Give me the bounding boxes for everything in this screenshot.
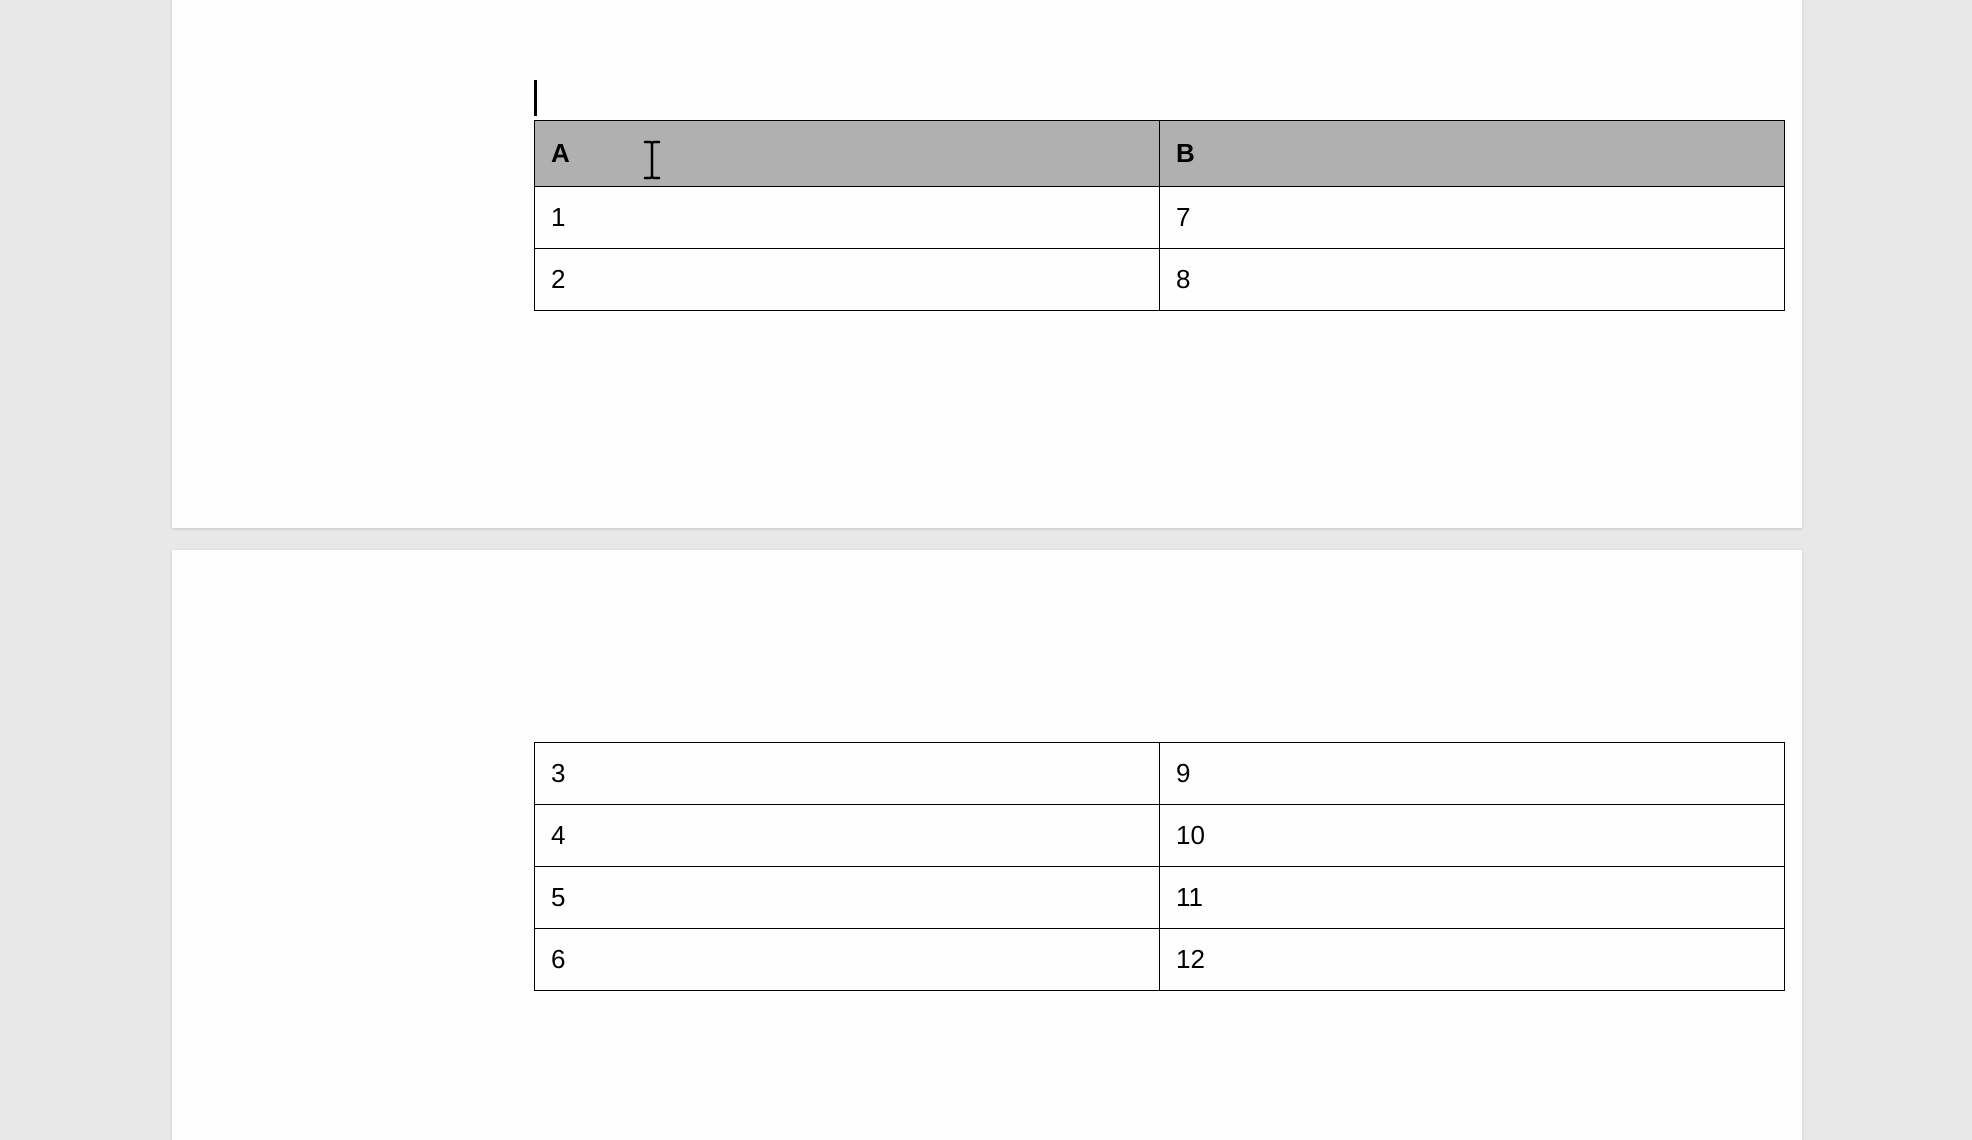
table-row[interactable]: 6 12 (535, 929, 1785, 991)
table-row[interactable]: 3 9 (535, 743, 1785, 805)
cell-b[interactable]: 8 (1160, 249, 1785, 311)
table-header-row[interactable]: A B (535, 121, 1785, 187)
document-page-2[interactable]: 3 9 4 10 5 11 6 12 (172, 550, 1802, 1140)
cell-b[interactable]: 12 (1160, 929, 1785, 991)
cell-a[interactable]: 6 (535, 929, 1160, 991)
cell-b[interactable]: 9 (1160, 743, 1785, 805)
cell-a[interactable]: 3 (535, 743, 1160, 805)
column-header-a[interactable]: A (535, 121, 1160, 187)
cell-a[interactable]: 4 (535, 805, 1160, 867)
cell-b[interactable]: 11 (1160, 867, 1785, 929)
cell-a[interactable]: 2 (535, 249, 1160, 311)
cell-b[interactable]: 7 (1160, 187, 1785, 249)
cell-a[interactable]: 1 (535, 187, 1160, 249)
column-header-b[interactable]: B (1160, 121, 1785, 187)
data-table-page-2[interactable]: 3 9 4 10 5 11 6 12 (534, 742, 1785, 991)
table-row[interactable]: 1 7 (535, 187, 1785, 249)
table-row[interactable]: 2 8 (535, 249, 1785, 311)
document-page-1[interactable]: A B 1 7 2 8 (172, 0, 1802, 528)
table-row[interactable]: 4 10 (535, 805, 1785, 867)
cell-a[interactable]: 5 (535, 867, 1160, 929)
cell-b[interactable]: 10 (1160, 805, 1785, 867)
data-table-page-1[interactable]: A B 1 7 2 8 (534, 120, 1785, 311)
table-row[interactable]: 5 11 (535, 867, 1785, 929)
text-caret (534, 80, 537, 116)
